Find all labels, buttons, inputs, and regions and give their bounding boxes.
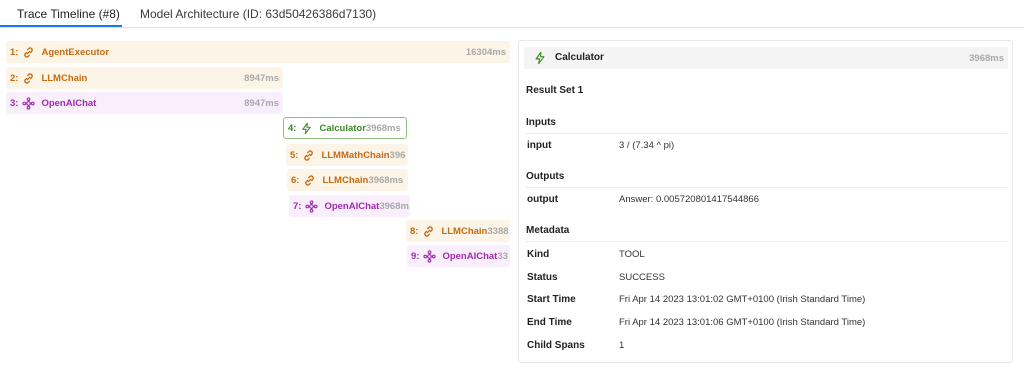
span-index: 3: (10, 97, 19, 109)
span-name: AgentExecutor (41, 46, 110, 58)
span-duration: 3968ms (365, 122, 401, 134)
span-detail-panel: Calculator 3968ms Result Set 1 Inputs in… (518, 40, 1013, 363)
span-row-calculator[interactable]: 4: Calculator 3968ms (283, 117, 407, 139)
span-detail-header: Calculator 3968ms (524, 47, 1008, 69)
link-icon (305, 174, 315, 186)
metadata-end-time-key: End Time (527, 317, 572, 328)
metadata-title: Metadata (526, 225, 570, 236)
span-index: 6: (291, 174, 300, 186)
span-duration: 33 (497, 250, 508, 262)
span-name: LLMMathChain (321, 149, 390, 161)
span-row-llmmathchain[interactable]: 5: LLMMathChain 396 (286, 144, 408, 166)
link-icon (304, 149, 314, 161)
tab-bar: Trace Timeline (#8) Model Architecture (… (0, 0, 1024, 28)
span-detail-duration: 3968ms (969, 53, 1004, 64)
llm-icon (22, 96, 36, 110)
tab-model-architecture[interactable]: Model Architecture (ID: 63d50426386d7130… (140, 7, 376, 21)
link-icon (24, 46, 34, 58)
span-row-llmchain-deep[interactable]: 8: LLMChain 3388 (406, 220, 510, 242)
lightning-icon (302, 122, 312, 134)
span-row-openaichat-deep[interactable]: 9: OpenAIChat 33 (407, 245, 510, 267)
span-row-llmchain-nested[interactable]: 6: LLMChain 3968ms (287, 169, 408, 191)
span-duration: 3968m (379, 200, 409, 212)
input-value: 3 / (7.34 ^ pi) (619, 140, 675, 151)
metadata-status-key: Status (527, 272, 558, 283)
outputs-title: Outputs (526, 171, 565, 182)
span-index: 7: (293, 200, 302, 212)
span-index: 9: (411, 250, 420, 262)
span-name: OpenAIChat (324, 200, 380, 212)
metadata-kind-value: TOOL (619, 249, 645, 260)
span-name: LLMChain (441, 225, 488, 237)
metadata-start-time-key: Start Time (527, 294, 576, 305)
span-index: 5: (290, 149, 299, 161)
output-value: Answer: 0.005720801417544866 (619, 194, 759, 205)
link-icon (24, 72, 34, 84)
span-name: OpenAIChat (41, 97, 97, 109)
span-index: 2: (10, 72, 19, 84)
span-row-openaichat-nested[interactable]: 7: OpenAIChat 3968m (289, 195, 410, 217)
span-detail-title: Calculator (555, 52, 604, 63)
input-key: input (527, 140, 552, 151)
lightning-icon (535, 51, 545, 65)
link-icon (424, 225, 434, 237)
metadata-start-time-value: Fri Apr 14 2023 13:01:02 GMT+0100 (Irish… (619, 294, 866, 305)
span-index: 8: (410, 225, 419, 237)
span-name: LLMChain (41, 72, 88, 84)
span-name: LLMChain (322, 174, 369, 186)
llm-icon (305, 199, 319, 213)
metadata-child-spans-value: 1 (619, 340, 625, 351)
span-row-agentexecutor[interactable]: 1: AgentExecutor 16304ms (6, 41, 510, 63)
metadata-status-value: SUCCESS (619, 272, 665, 283)
span-duration: 396 (389, 149, 406, 161)
divider (525, 241, 1007, 242)
tab-trace-timeline[interactable]: Trace Timeline (#8) (17, 7, 120, 21)
span-index: 4: (288, 122, 297, 134)
result-set-title: Result Set 1 (526, 85, 584, 96)
span-duration: 16304ms (465, 46, 506, 58)
span-duration: 8947ms (244, 72, 279, 84)
divider (525, 187, 1007, 188)
inputs-title: Inputs (526, 117, 556, 128)
metadata-end-time-value: Fri Apr 14 2023 13:01:06 GMT+0100 (Irish… (619, 317, 866, 328)
span-duration: 8947ms (244, 97, 279, 109)
output-key: output (527, 194, 559, 205)
span-name: OpenAIChat (442, 250, 498, 262)
span-name: Calculator (319, 122, 366, 134)
metadata-kind-key: Kind (527, 249, 550, 260)
span-duration: 3968ms (368, 174, 404, 186)
divider (525, 133, 1007, 134)
span-row-openaichat[interactable]: 3: OpenAIChat 8947ms (6, 92, 283, 114)
active-tab-indicator (0, 25, 122, 27)
span-duration: 3388 (487, 225, 509, 237)
metadata-child-spans-key: Child Spans (527, 340, 585, 351)
llm-icon (423, 249, 437, 263)
span-row-llmchain[interactable]: 2: LLMChain 8947ms (6, 67, 283, 89)
span-index: 1: (10, 46, 19, 58)
